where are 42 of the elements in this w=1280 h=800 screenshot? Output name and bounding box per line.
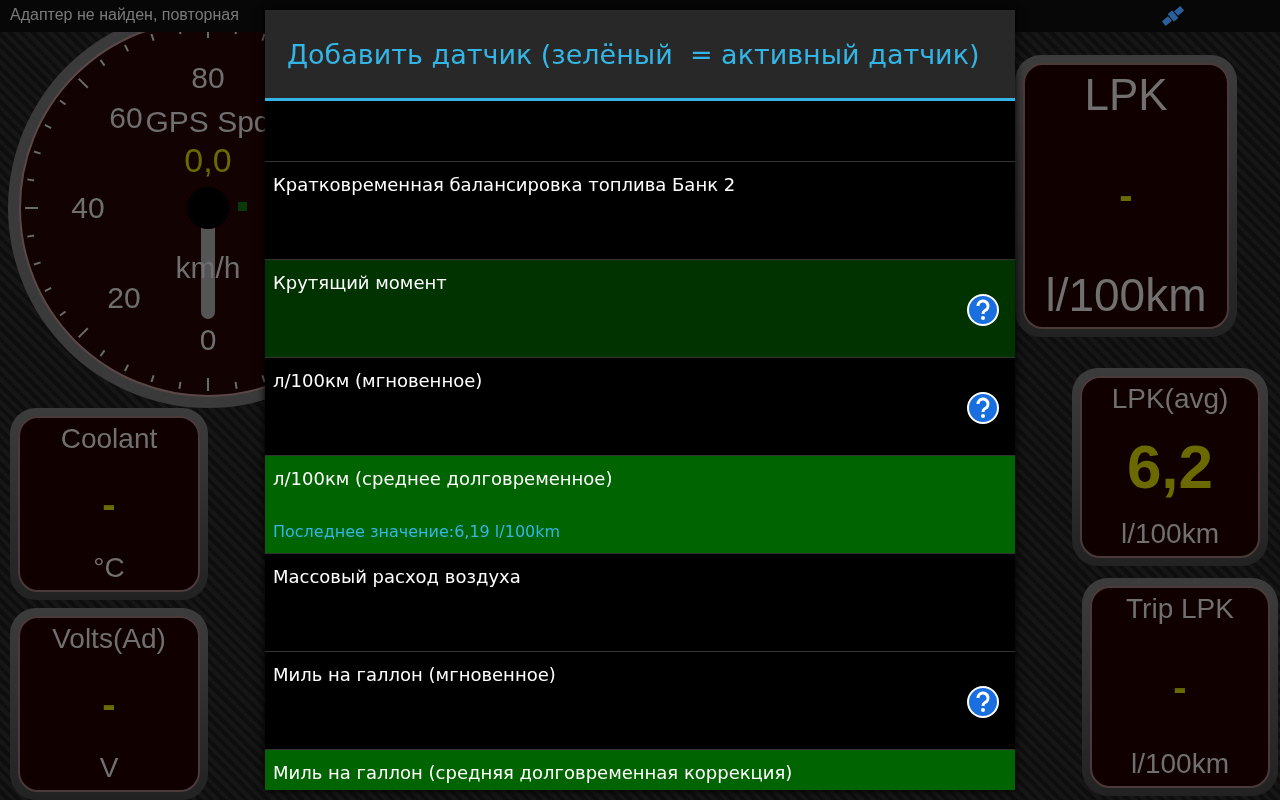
tile-unit: l/100km: [1130, 749, 1229, 780]
tile-unit: l/100km: [1045, 270, 1207, 321]
last-value-text: Последнее значение:6,19 l/100km: [273, 522, 562, 541]
tile-title: Coolant: [60, 424, 158, 455]
tile-title: LPK: [1084, 71, 1168, 120]
tile-title: LPK(avg): [1111, 384, 1229, 415]
tile-unit: V: [99, 753, 119, 784]
sensor-list-item[interactable]: Кратковременная балансировка топлива Банк 2: [265, 161, 1015, 259]
dial-value: 0,0: [184, 143, 232, 177]
tile-title: Trip LPK: [1126, 594, 1234, 625]
tile-value: -: [102, 684, 116, 724]
scale-label: 40: [71, 193, 105, 223]
dialog-title: Добавить датчик (зелёный = активный датчик): [265, 10, 1015, 101]
scale-label: 20: [107, 283, 141, 313]
sensor-name: л/100км (среднее долговременное): [273, 468, 614, 489]
sensor-name: л/100км (мгновенное): [273, 370, 484, 391]
tile-unit: °C: [93, 553, 125, 584]
help-icon[interactable]: [967, 392, 999, 424]
scale-label: 60: [109, 103, 143, 133]
sensor-list-item[interactable]: Миль на галлон (средняя долговременная коррекция): [265, 749, 1015, 790]
sensor-name: Массовый расход воздуха: [273, 566, 522, 587]
tile-value: -: [1119, 174, 1133, 215]
tile-value: -: [102, 484, 116, 524]
sensor-list-item[interactable]: л/100км (мгновенное): [265, 357, 1015, 455]
sensor-name: Крутящий момент: [273, 272, 448, 293]
sensor-list-item[interactable]: Миль на галлон (мгновенное): [265, 651, 1015, 749]
status-message: Адаптер не найден, повторная: [10, 6, 239, 24]
sensor-list-item[interactable]: л/100км (среднее долговременное) Последнее значение:6,19 l/100km: [265, 455, 1015, 553]
sensor-list-item[interactable]: Массовый расход воздуха: [265, 553, 1015, 651]
sensor-list-item[interactable]: Крутящий момент: [265, 259, 1015, 357]
tile-value: -: [1173, 667, 1187, 707]
help-icon[interactable]: [967, 294, 999, 326]
sensor-name: Миль на галлон (средняя долговременная коррекция): [273, 762, 794, 783]
scale-label: 0: [199, 325, 217, 355]
satellite-icon: [1160, 4, 1186, 28]
help-icon[interactable]: [967, 686, 999, 718]
scale-label: 80: [191, 63, 225, 93]
tile-title: Volts(Ad): [52, 624, 166, 655]
sensor-name: Кратковременная балансировка топлива Банк 2: [273, 174, 737, 195]
tile-value: 6,2: [1126, 436, 1214, 498]
tile-unit: l/100km: [1120, 519, 1219, 550]
sensor-name: Миль на галлон (мгновенное): [273, 664, 557, 685]
